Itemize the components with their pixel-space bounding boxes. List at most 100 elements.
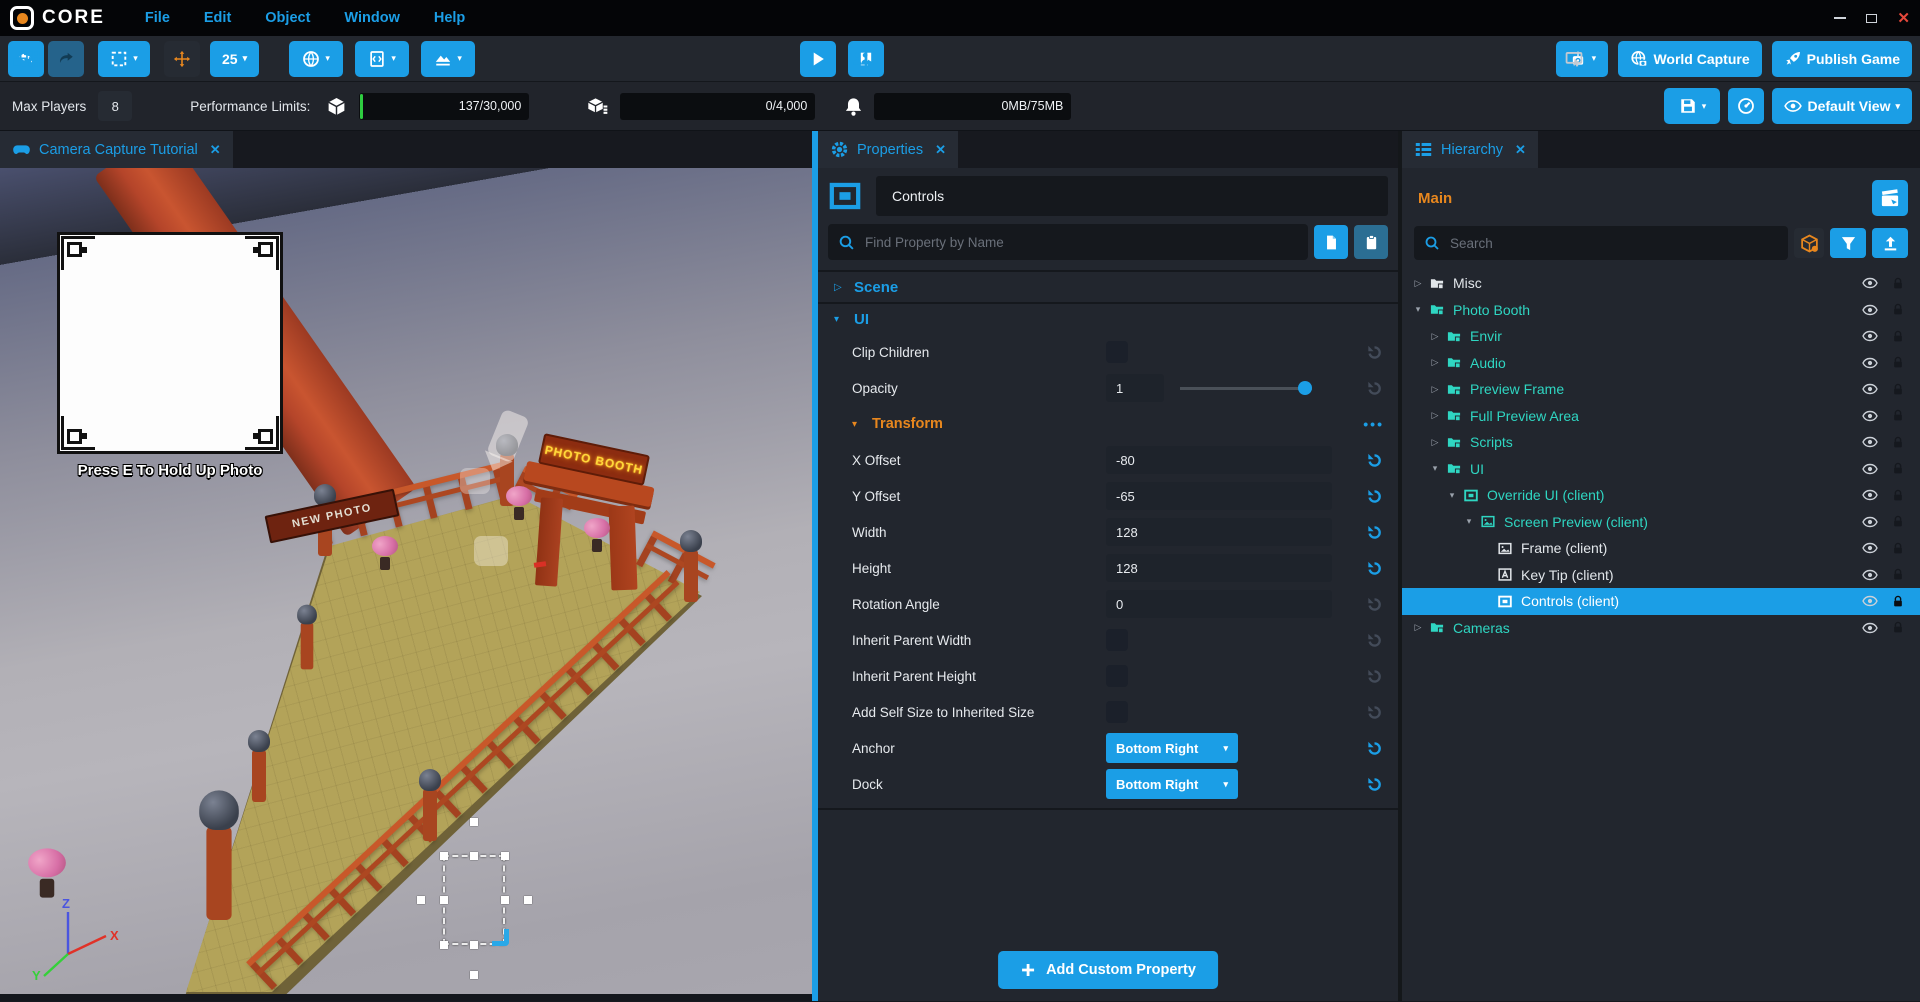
expand-arrow-icon[interactable]: ▷ [1427,437,1443,448]
expand-arrow-icon[interactable]: ▷ [1427,357,1443,368]
close-icon[interactable]: ✕ [935,142,946,158]
reset-button[interactable] [1360,776,1388,793]
menu-edit[interactable]: Edit [204,10,231,26]
lock-button[interactable] [1886,355,1910,370]
filter-button[interactable] [1830,228,1866,258]
add-custom-property-button[interactable]: Add Custom Property [998,951,1218,989]
save-dropdown-button[interactable]: ▾ [1664,88,1720,124]
visibility-eye-button[interactable] [1854,620,1886,636]
add-self-size-checkbox[interactable] [1106,701,1128,723]
tree-row[interactable]: Frame (client) [1402,535,1920,562]
selection-handle[interactable] [440,896,448,904]
visibility-eye-button[interactable] [1854,567,1886,583]
visibility-eye-button[interactable] [1854,461,1886,477]
max-players-input[interactable] [98,91,132,121]
hierarchy-search-input[interactable] [1448,235,1778,252]
selection-handle[interactable] [440,941,448,949]
inherit-parent-height-checkbox[interactable] [1106,665,1128,687]
selection-handle[interactable] [417,896,425,904]
lock-button[interactable] [1886,567,1910,582]
selection-handle[interactable] [440,852,448,860]
lock-button[interactable] [1886,514,1910,529]
publish-game-button[interactable]: Publish Game [1772,41,1912,77]
move-tool-button[interactable] [164,41,200,77]
lock-button[interactable] [1886,594,1910,609]
reset-button[interactable] [1360,452,1388,469]
close-icon[interactable]: ✕ [210,142,221,158]
selection-handle[interactable] [470,971,478,979]
opacity-input[interactable] [1106,374,1164,402]
tree-row[interactable]: Key Tip (client) [1402,562,1920,589]
expand-arrow-icon[interactable]: ▾ [1427,463,1443,474]
selection-handle[interactable] [470,818,478,826]
reset-button[interactable] [1360,560,1388,577]
expand-arrow-icon[interactable]: ▷ [1427,410,1443,421]
visibility-eye-button[interactable] [1854,302,1886,318]
default-view-dropdown[interactable]: Default View▾ [1772,88,1912,124]
paste-properties-button[interactable] [1354,225,1388,259]
tab-hierarchy[interactable]: Hierarchy ✕ [1402,131,1538,168]
reset-button[interactable] [1360,668,1388,685]
lock-button[interactable] [1886,382,1910,397]
cinematic-capture-button[interactable] [1872,180,1908,216]
tree-row[interactable]: ▷Scripts [1402,429,1920,456]
section-scene[interactable]: ▷ Scene [818,270,1398,302]
tree-row[interactable]: ▾Override UI (client) [1402,482,1920,509]
lock-button[interactable] [1886,276,1910,291]
section-transform[interactable]: ▾ Transform ••• [818,406,1398,442]
expand-arrow-icon[interactable]: ▷ [1427,384,1443,395]
lock-button[interactable] [1886,329,1910,344]
section-ui[interactable]: ▾ UI [818,302,1398,334]
visibility-eye-button[interactable] [1854,408,1886,424]
slider-knob[interactable] [1298,381,1312,395]
maximize-button[interactable] [1866,14,1877,23]
width-input[interactable] [1106,518,1332,546]
visibility-eye-button[interactable] [1854,328,1886,344]
expand-arrow-icon[interactable]: ▾ [1461,516,1477,527]
reset-button[interactable] [1360,632,1388,649]
tree-row[interactable]: ▾Photo Booth [1402,297,1920,324]
tree-row[interactable]: ▷Envir [1402,323,1920,350]
reset-button[interactable] [1360,380,1388,397]
visibility-eye-button[interactable] [1854,514,1886,530]
close-icon[interactable]: ✕ [1515,142,1526,158]
height-input[interactable] [1106,554,1332,582]
tree-row[interactable]: ▷Audio [1402,350,1920,377]
grid-size-dropdown[interactable]: 25▾ [210,41,259,77]
reset-button[interactable] [1360,524,1388,541]
expand-arrow-icon[interactable]: ▾ [1444,490,1460,501]
lock-button[interactable] [1886,620,1910,635]
visibility-eye-button[interactable] [1854,540,1886,556]
expand-arrow-icon[interactable]: ▾ [1410,304,1426,315]
menu-help[interactable]: Help [434,10,465,26]
viewport-canvas[interactable]: PHOTO BOOTH NEW PHOTO Press E To Hold Up… [0,168,812,994]
lock-button[interactable] [1886,408,1910,423]
multiplayer-preview-button[interactable] [838,41,890,77]
world-settings-dropdown[interactable]: ▾ [289,41,343,77]
minimize-button[interactable] [1834,17,1846,19]
selection-handle[interactable] [470,941,478,949]
hierarchy-search[interactable] [1414,226,1788,260]
lock-button[interactable] [1886,302,1910,317]
object-name-field[interactable] [876,176,1388,216]
clip-children-checkbox[interactable] [1106,341,1128,363]
screen-share-button[interactable] [1556,41,1592,77]
lock-button[interactable] [1886,435,1910,450]
terrain-dropdown[interactable]: ▾ [421,41,475,77]
tree-row[interactable]: ▾UI [1402,456,1920,483]
selection-handle[interactable] [501,896,509,904]
opacity-slider[interactable] [1180,381,1312,395]
menu-window[interactable]: Window [344,10,399,26]
selection-handle[interactable] [524,896,532,904]
rotation-angle-input[interactable] [1106,590,1332,618]
world-capture-button[interactable]: World Capture [1618,41,1761,77]
selection-handle[interactable] [501,852,509,860]
expand-arrow-icon[interactable]: ▷ [1427,331,1443,342]
visibility-eye-button[interactable] [1854,593,1886,609]
tree-row[interactable]: ▷Misc [1402,270,1920,297]
reset-button[interactable] [1360,488,1388,505]
lock-button[interactable] [1886,541,1910,556]
tab-properties[interactable]: Properties ✕ [818,131,958,168]
tree-row[interactable]: ▷Full Preview Area [1402,403,1920,430]
tree-row[interactable]: ▾Screen Preview (client) [1402,509,1920,536]
